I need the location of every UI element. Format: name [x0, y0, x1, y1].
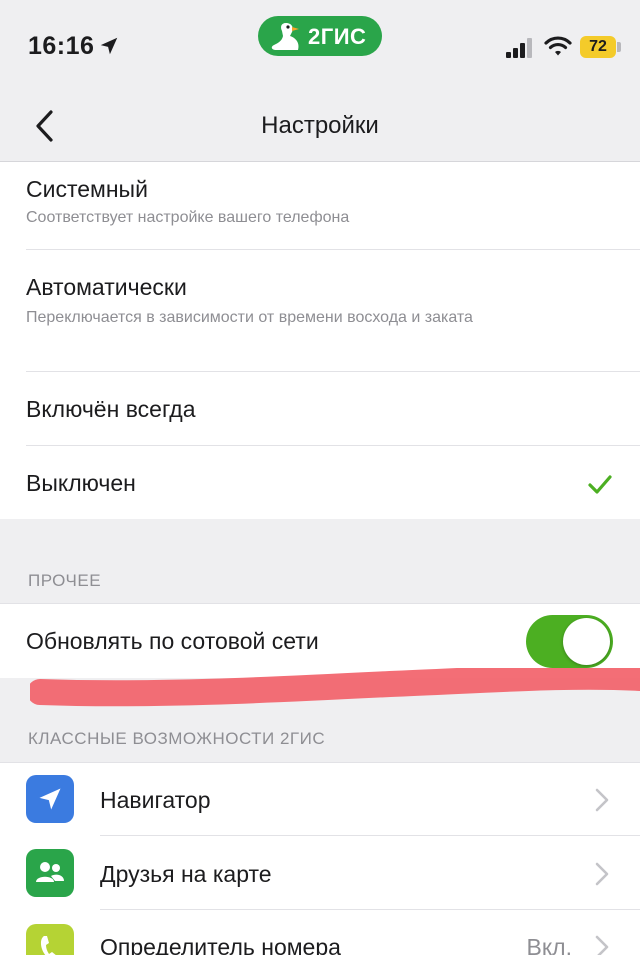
chevron-right-icon	[595, 935, 609, 955]
feature-label: Навигатор	[100, 787, 211, 813]
chevron-right-icon	[595, 788, 609, 812]
theme-option-off[interactable]: Выключен	[0, 446, 640, 519]
theme-option-always-on[interactable]: Включён всегда	[0, 372, 640, 446]
status-bar: 16:16 2ГИС 72	[0, 0, 640, 90]
red-marker-stroke	[30, 668, 640, 707]
brand-name: 2ГИС	[308, 24, 367, 49]
page-title: Настройки	[261, 112, 379, 139]
section-header-other: ПРОЧЕЕ	[28, 571, 102, 590]
feature-navigator[interactable]: Навигатор	[0, 763, 640, 836]
cellular-signal-icon	[506, 38, 532, 58]
status-time: 16:16	[28, 32, 95, 60]
toggle-knob	[563, 618, 610, 665]
option-title: Автоматически	[26, 274, 187, 300]
feature-friends-on-map[interactable]: Друзья на карте	[0, 836, 640, 910]
other-group: Обновлять по сотовой сети	[0, 603, 640, 678]
cellular-update-row: Обновлять по сотовой сети	[0, 604, 640, 678]
cellular-update-toggle[interactable]	[526, 615, 613, 668]
battery-indicator: 72	[580, 36, 616, 58]
navigation-arrow-icon	[26, 775, 74, 823]
battery-nub	[617, 42, 621, 52]
navigation-bar: Настройки	[0, 90, 640, 162]
option-subtitle: Соответствует настройке вашего телефона	[26, 209, 350, 226]
feature-value: Вкл.	[526, 934, 572, 955]
chevron-right-icon	[595, 862, 609, 886]
feature-label: Определитель номера	[100, 934, 341, 955]
location-arrow-icon	[100, 37, 118, 55]
theme-option-auto[interactable]: Автоматически Переключается в зависимост…	[0, 250, 640, 372]
goose-icon	[271, 23, 299, 50]
features-group: Навигатор Друзья на карте Определитель н…	[0, 762, 640, 955]
option-title: Включён всегда	[26, 396, 196, 422]
option-title: Системный	[26, 176, 148, 202]
option-title: Выключен	[26, 470, 136, 496]
phone-icon	[26, 924, 74, 955]
feature-label: Друзья на карте	[100, 861, 272, 887]
theme-options-group: Системный Соответствует настройке вашего…	[0, 162, 640, 519]
checkmark-icon	[588, 475, 612, 494]
cellular-update-label: Обновлять по сотовой сети	[26, 628, 319, 654]
brand-logo: 2ГИС	[258, 16, 382, 56]
section-header-features: КЛАССНЫЕ ВОЗМОЖНОСТИ 2ГИС	[28, 729, 326, 748]
friends-icon	[26, 849, 74, 897]
option-subtitle: Переключается в зависимости от времени в…	[26, 309, 473, 326]
wifi-icon	[544, 36, 572, 56]
theme-option-system[interactable]: Системный Соответствует настройке вашего…	[0, 162, 640, 250]
feature-caller-id[interactable]: Определитель номера Вкл.	[0, 910, 640, 955]
